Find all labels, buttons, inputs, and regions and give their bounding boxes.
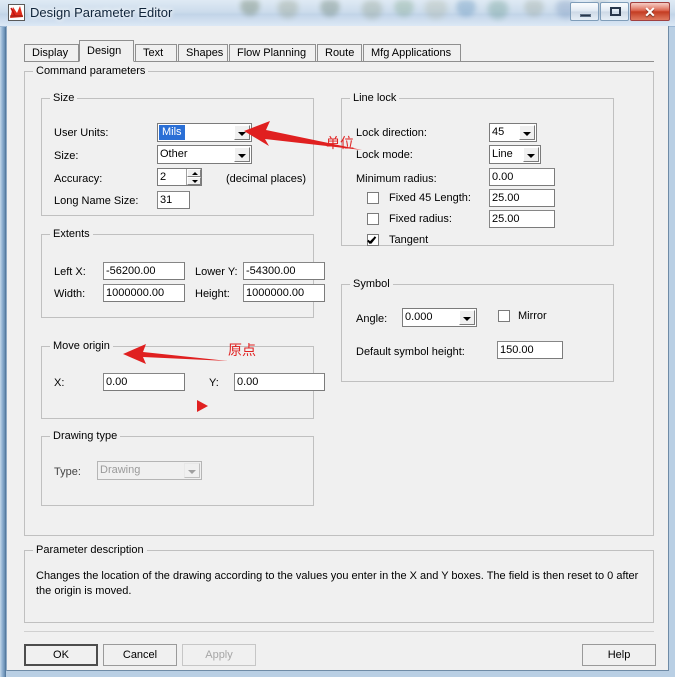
tab-text[interactable]: Text [135,44,177,62]
maximize-icon [610,7,621,16]
drawing-type-group-title: Drawing type [50,430,121,442]
drawing-type-label: Type: [54,466,81,478]
minimize-icon [580,14,591,17]
tab-design[interactable]: Design [79,40,134,62]
height-input[interactable]: 1000000.00 [243,284,325,302]
move-origin-group-title: Move origin [50,340,113,352]
fixed-45-length-checkbox[interactable] [367,192,379,204]
chevron-down-icon[interactable] [519,125,535,140]
size-label: Size: [54,150,79,162]
lower-y-input[interactable]: -54300.00 [243,262,325,280]
drawing-type-combo: Drawing [97,461,202,480]
window-title: Design Parameter Editor [30,5,173,20]
size-combo[interactable]: Other [157,145,252,164]
lock-mode-combo[interactable]: Line [489,145,541,164]
width-input[interactable]: 1000000.00 [103,284,185,302]
user-units-combo[interactable]: Mils [157,123,252,142]
design-parameter-editor-window: Design Parameter Editor ✕ Display Design… [0,0,675,677]
lock-direction-label: Lock direction: [356,127,427,139]
lock-direction-combo[interactable]: 45 [489,123,537,142]
mirror-label: Mirror [518,310,547,322]
accuracy-spinner-buttons[interactable] [186,169,201,185]
size-value: Other [160,148,188,160]
ok-button[interactable]: OK [24,644,98,666]
annotation-triangle-marker [197,400,208,412]
height-label: Height: [195,288,230,300]
annotation-arrow-origin [123,344,228,364]
tangent-label: Tangent [389,234,429,246]
mirror-checkbox[interactable] [498,310,510,322]
default-symbol-height-input[interactable]: 150.00 [497,341,563,359]
close-button[interactable]: ✕ [630,2,670,21]
annotation-label-units: 单位 [326,136,354,152]
tab-route[interactable]: Route [317,44,362,62]
fixed-radius-checkbox[interactable] [367,213,379,225]
drawing-type-value: Drawing [100,464,141,476]
minimum-radius-label: Minimum radius: [356,173,437,185]
left-x-input[interactable]: -56200.00 [103,262,185,280]
long-name-size-label: Long Name Size: [54,195,139,207]
tab-display[interactable]: Display [24,44,79,62]
fixed-45-length-input[interactable]: 25.00 [489,189,555,207]
apply-button: Apply [182,644,256,666]
accuracy-value: 2 [160,171,167,183]
annotation-label-origin: 原点 [228,343,256,359]
size-group-title: Size [50,92,78,104]
long-name-size-input[interactable]: 31 [157,191,190,209]
tab-shapes[interactable]: Shapes [178,44,228,62]
minimize-gloss [571,3,598,11]
origin-y-input[interactable]: 0.00 [234,373,325,391]
origin-y-label: Y: [209,377,219,389]
tab-strip: Display Design Text Shapes Flow Planning… [24,40,654,62]
fixed-radius-input[interactable]: 25.00 [489,210,555,228]
maximize-button[interactable] [600,2,629,21]
help-button[interactable]: Help [582,644,656,666]
lower-y-label: Lower Y: [195,266,238,278]
parameter-description-title: Parameter description [33,544,147,556]
command-parameters-title: Command parameters [33,65,149,77]
spinner-down-icon[interactable] [187,177,201,185]
spinner-up-icon[interactable] [187,169,201,177]
fixed-radius-label: Fixed radius: [389,213,452,225]
symbol-group-title: Symbol [350,278,393,290]
line-lock-group: Line lock [341,92,614,246]
minimize-button[interactable] [570,2,599,21]
angle-value: 0.000 [405,311,433,323]
angle-label: Angle: [356,313,388,325]
button-bar-separator [24,631,654,632]
default-symbol-height-label: Default symbol height: [356,346,465,358]
width-label: Width: [54,288,86,300]
symbol-group: Symbol [341,278,614,382]
close-icon: ✕ [644,4,656,20]
user-units-value: Mils [159,125,185,140]
dialog-button-bar: OK Cancel Apply Help [7,641,670,671]
origin-x-input[interactable]: 0.00 [103,373,185,391]
title-bar[interactable]: Design Parameter Editor ✕ [0,0,675,27]
accuracy-label: Accuracy: [54,173,103,185]
accuracy-suffix-label: (decimal places) [226,173,307,185]
angle-combo[interactable]: 0.000 [402,308,477,327]
chevron-down-icon[interactable] [523,147,539,162]
left-x-label: Left X: [54,266,86,278]
origin-x-label: X: [54,377,65,389]
fixed-45-length-label: Fixed 45 Length: [389,192,471,204]
lock-direction-value: 45 [492,126,505,138]
tab-flow-planning[interactable]: Flow Planning [229,44,316,62]
user-units-label: User Units: [54,127,109,139]
line-lock-group-title: Line lock [350,92,400,104]
chevron-down-icon[interactable] [459,310,475,325]
minimum-radius-input[interactable]: 0.00 [489,168,555,186]
app-icon [8,4,25,21]
chevron-down-icon [184,463,200,478]
accuracy-spinner[interactable]: 2 [157,168,202,186]
tangent-checkbox[interactable] [367,234,379,246]
lock-mode-value: Line [492,148,513,160]
cancel-button[interactable]: Cancel [103,644,177,666]
extents-group-title: Extents [50,228,93,240]
tab-mfg-applications[interactable]: Mfg Applications [363,44,461,62]
parameter-description-text: Changes the location of the drawing acco… [36,570,639,597]
